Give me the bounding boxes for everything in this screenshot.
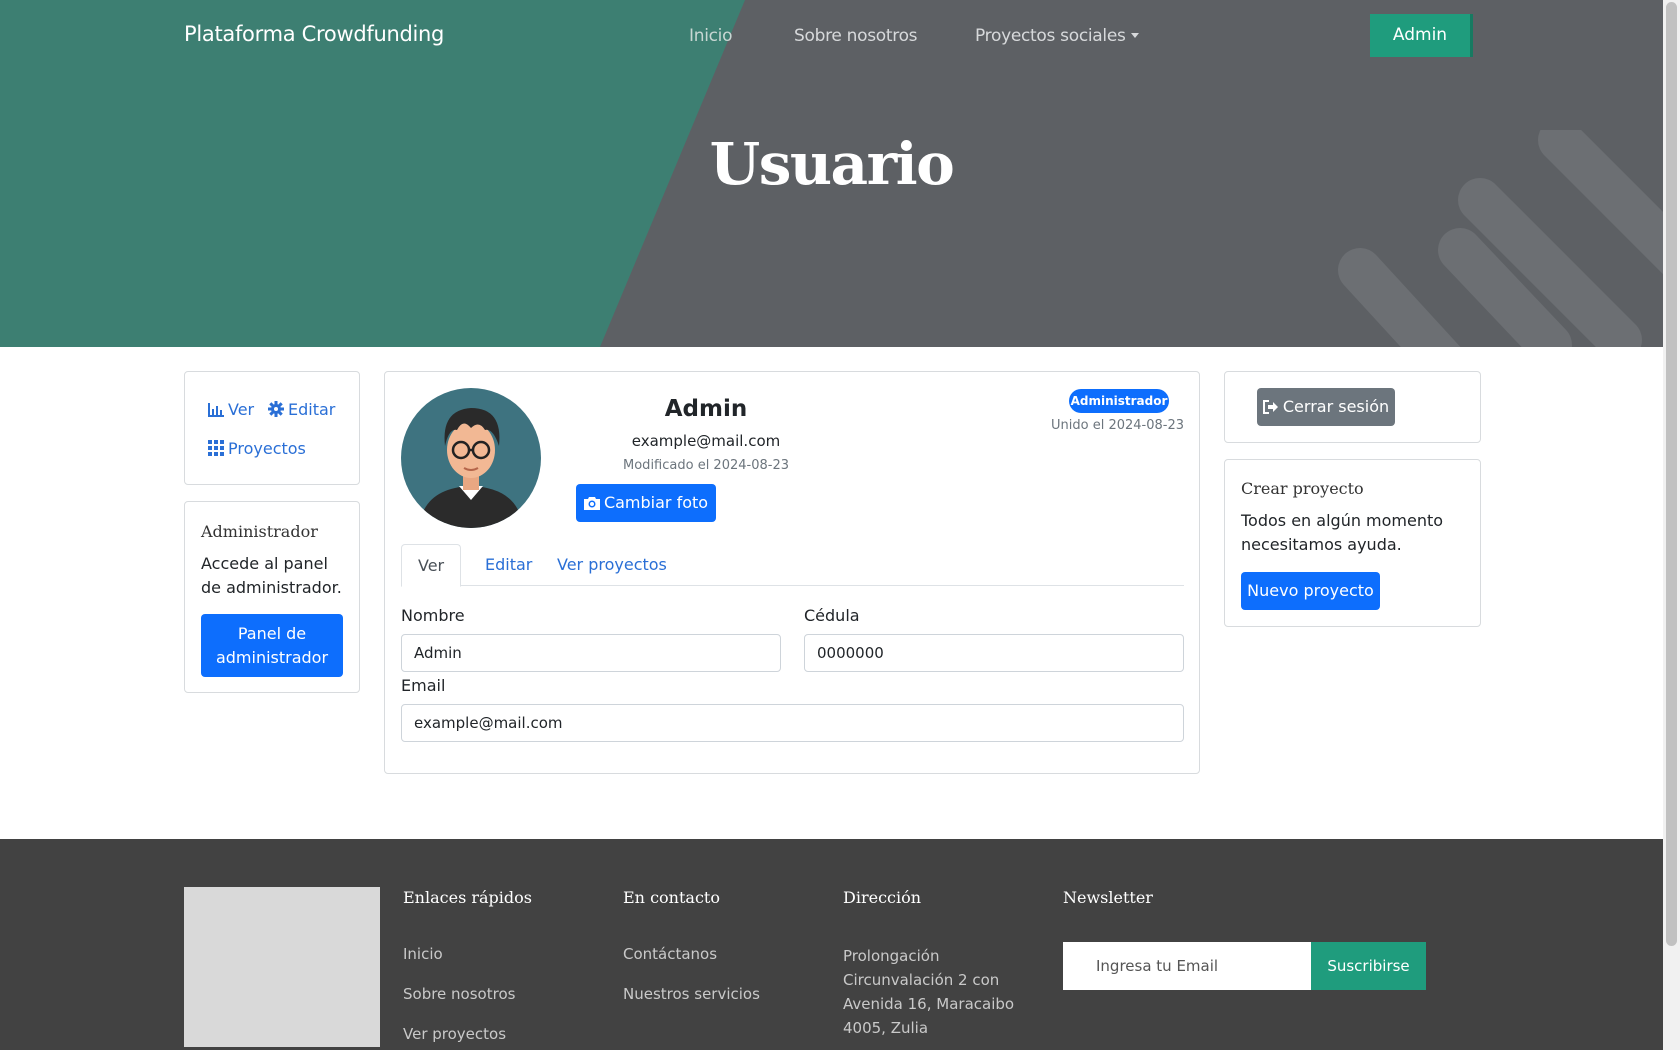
- nav-editar-link[interactable]: Editar: [268, 400, 335, 419]
- footer-link-servicios[interactable]: Nuestros servicios: [623, 985, 760, 1003]
- profile-joined-date: Unido el 2024-08-23: [1051, 418, 1184, 433]
- camera-icon: [583, 497, 600, 510]
- hero-banner: Plataforma Crowdfunding Inicio Sobre nos…: [0, 0, 1663, 347]
- nav-ver-label: Ver: [228, 400, 255, 419]
- nav-sobre-nosotros[interactable]: Sobre nosotros: [794, 26, 918, 46]
- tab-editar[interactable]: Editar: [469, 544, 548, 586]
- sign-out-icon: [1262, 400, 1278, 414]
- nav-proyectos-sociales[interactable]: Proyectos sociales: [975, 26, 1139, 46]
- footer-link-ver-proyectos[interactable]: Ver proyectos: [403, 1025, 506, 1043]
- cedula-field[interactable]: 0000000: [804, 634, 1184, 672]
- caret-down-icon: [1130, 33, 1139, 38]
- footer-link-inicio[interactable]: Inicio: [403, 945, 443, 963]
- logout-card: Cerrar sesión: [1224, 371, 1481, 443]
- email-label: Email: [401, 676, 446, 695]
- logout-button[interactable]: Cerrar sesión: [1257, 388, 1395, 426]
- footer-link-sobre-nosotros[interactable]: Sobre nosotros: [403, 985, 515, 1003]
- role-badge: Administrador: [1069, 389, 1169, 413]
- profile-card: Admin example@mail.com Modificado el 202…: [384, 371, 1200, 774]
- footer-address-title: Dirección: [843, 888, 922, 907]
- avatar-illustration: [419, 408, 523, 528]
- admin-panel-card: Administrador Accede al panel de adminis…: [184, 501, 360, 693]
- change-photo-button[interactable]: Cambiar foto: [576, 484, 716, 522]
- nav-editar-label: Editar: [288, 400, 336, 419]
- gear-icon: [268, 401, 284, 417]
- nav-proyectos-label: Proyectos sociales: [975, 26, 1126, 46]
- tab-ver-proyectos[interactable]: Ver proyectos: [541, 544, 683, 586]
- profile-tabs: Ver Editar Ver proyectos: [401, 544, 1184, 587]
- admin-panel-button[interactable]: Panel de administrador: [201, 614, 343, 677]
- nav-proyectos-label: Proyectos: [228, 439, 306, 458]
- new-project-button[interactable]: Nuevo proyecto: [1241, 572, 1380, 610]
- nav-inicio[interactable]: Inicio: [689, 26, 732, 46]
- create-project-card: Crear proyecto Todos en algún momento ne…: [1224, 459, 1481, 627]
- subscribe-button[interactable]: Suscribirse: [1311, 942, 1426, 990]
- grid-icon: [208, 440, 224, 456]
- profile-modified-date: Modificado el 2024-08-23: [623, 458, 789, 473]
- footer-address: Prolongación Circunvalación 2 con Avenid…: [843, 947, 1015, 1037]
- nav-proyectos-link[interactable]: Proyectos: [208, 439, 306, 458]
- brand-logo[interactable]: Plataforma Crowdfunding: [184, 22, 444, 46]
- admin-button[interactable]: Admin: [1370, 14, 1473, 57]
- navbar: Plataforma Crowdfunding Inicio Sobre nos…: [0, 0, 1663, 72]
- profile-nav-card: Ver Editar Proyectos: [184, 371, 360, 485]
- profile-name: Admin: [664, 396, 748, 422]
- footer-link-contactanos[interactable]: Contáctanos: [623, 945, 717, 963]
- footer: Enlaces rápidos Inicio Sobre nosotros Ve…: [0, 839, 1663, 1050]
- profile-email: example@mail.com: [631, 432, 781, 450]
- nombre-label: Nombre: [401, 606, 465, 625]
- scrollbar-thumb[interactable]: [1666, 2, 1677, 946]
- nav-ver-link[interactable]: Ver: [208, 400, 254, 419]
- logout-label: Cerrar sesión: [1282, 397, 1390, 416]
- newsletter-email-input[interactable]: Ingresa tu Email: [1063, 942, 1311, 990]
- create-project-text: Todos en algún momento necesitamos ayuda…: [1241, 511, 1444, 554]
- footer-newsletter-title: Newsletter: [1063, 888, 1153, 907]
- bar-chart-icon: [208, 403, 224, 417]
- cedula-label: Cédula: [804, 606, 860, 625]
- page-title: Usuario: [709, 130, 955, 198]
- admin-card-title: Administrador: [201, 522, 318, 541]
- tab-ver[interactable]: Ver: [401, 544, 462, 587]
- change-photo-label: Cambiar foto: [603, 493, 709, 512]
- email-field[interactable]: example@mail.com: [401, 704, 1184, 742]
- footer-logo-placeholder: [184, 887, 380, 1047]
- admin-card-text: Accede al panel de administrador.: [201, 554, 342, 597]
- nombre-field[interactable]: Admin: [401, 634, 781, 672]
- footer-contact-title: En contacto: [623, 888, 720, 907]
- avatar: [401, 388, 541, 528]
- footer-quick-links-title: Enlaces rápidos: [403, 888, 532, 907]
- create-project-title: Crear proyecto: [1241, 479, 1364, 498]
